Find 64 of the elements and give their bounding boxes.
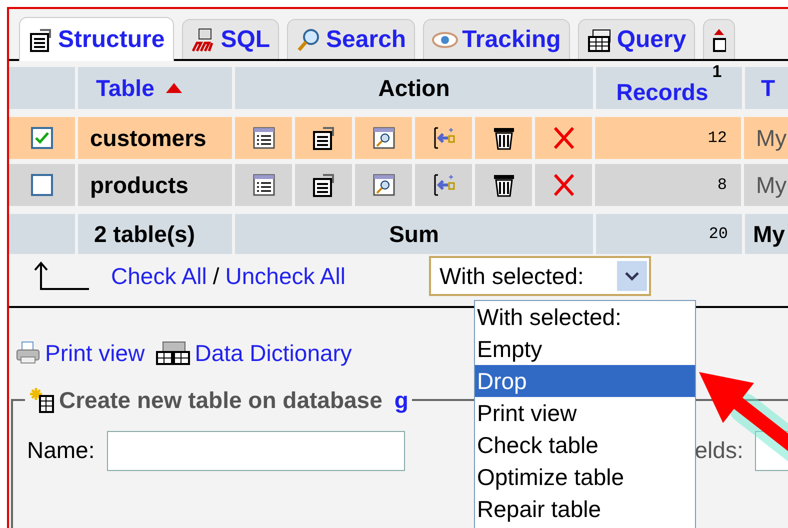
dropdown-option[interactable]: Empty bbox=[475, 333, 695, 365]
action-button[interactable] bbox=[250, 172, 276, 198]
action-button[interactable] bbox=[310, 172, 336, 198]
action-button[interactable] bbox=[310, 125, 336, 151]
sort-ascending-icon bbox=[166, 83, 182, 93]
checkbox[interactable] bbox=[31, 127, 53, 149]
records-cell: 8 bbox=[595, 164, 741, 206]
tab[interactable]: SQL bbox=[182, 19, 280, 59]
table-name[interactable]: products bbox=[78, 164, 232, 206]
table-name[interactable]: customers bbox=[78, 117, 232, 159]
link[interactable]: Print view bbox=[15, 336, 145, 370]
separator: / bbox=[212, 262, 220, 291]
dropdown-option[interactable]: Drop bbox=[475, 365, 695, 397]
printer-icon bbox=[15, 340, 41, 366]
document-icon bbox=[310, 172, 336, 198]
arrow-up-icon bbox=[33, 261, 89, 291]
search-icon bbox=[370, 172, 396, 198]
summary-cell bbox=[9, 214, 75, 254]
dropdown-option[interactable]: Print view bbox=[475, 397, 695, 429]
check-icon bbox=[34, 131, 50, 145]
tab[interactable]: Tracking bbox=[423, 19, 570, 59]
header-cell[interactable]: T bbox=[745, 67, 788, 109]
table-icon bbox=[154, 340, 191, 366]
document-icon bbox=[310, 125, 336, 151]
database-link[interactable]: g bbox=[394, 382, 408, 417]
document-icon bbox=[28, 26, 54, 52]
dropdown-option[interactable]: Optimize table bbox=[475, 461, 695, 493]
header-cell: Action bbox=[235, 67, 593, 109]
action-button[interactable] bbox=[370, 172, 396, 198]
legend-text: Create new table on database bbox=[59, 386, 382, 414]
new-table-icon bbox=[29, 386, 55, 413]
summary-cell: My bbox=[745, 214, 788, 254]
with-selected-dropdown[interactable]: With selected: bbox=[429, 256, 652, 296]
dropdown-option[interactable]: Check table bbox=[475, 429, 695, 461]
header-cell[interactable]: Table bbox=[78, 67, 232, 109]
records-cell: 12 bbox=[595, 117, 741, 159]
tab[interactable]: Query bbox=[578, 19, 696, 59]
action-button[interactable] bbox=[370, 125, 396, 151]
action-button[interactable] bbox=[250, 125, 276, 151]
chevron-down-icon bbox=[617, 261, 648, 291]
summary-cell: 20 bbox=[596, 214, 742, 254]
list-icon bbox=[250, 125, 276, 151]
type-cell: My bbox=[744, 164, 788, 206]
table-icon bbox=[586, 26, 613, 52]
dropdown-option[interactable]: With selected: bbox=[475, 301, 695, 333]
name-label: Name: bbox=[27, 436, 95, 466]
tab[interactable]: Structure bbox=[19, 17, 174, 61]
tab[interactable] bbox=[703, 19, 736, 59]
checkbox[interactable] bbox=[31, 174, 53, 196]
type-cell: My bbox=[744, 117, 788, 159]
search-icon bbox=[370, 125, 396, 151]
uncheck-all-link[interactable]: Uncheck All bbox=[225, 258, 346, 294]
list-icon bbox=[250, 172, 276, 198]
tab[interactable]: Search bbox=[287, 19, 416, 59]
fields-label: elds: bbox=[694, 436, 744, 466]
link[interactable]: Data Dictionary bbox=[154, 336, 352, 370]
dropdown-option[interactable]: Repair table bbox=[475, 493, 695, 525]
table-icon bbox=[712, 26, 726, 52]
name-input[interactable] bbox=[106, 430, 405, 470]
check-all-link[interactable]: Check All bbox=[111, 258, 207, 294]
header-cell bbox=[9, 67, 75, 109]
table-header-link[interactable]: Table bbox=[96, 70, 154, 106]
summary-cell: Sum bbox=[235, 214, 593, 254]
summary-cell: 2 table(s) bbox=[78, 214, 232, 254]
